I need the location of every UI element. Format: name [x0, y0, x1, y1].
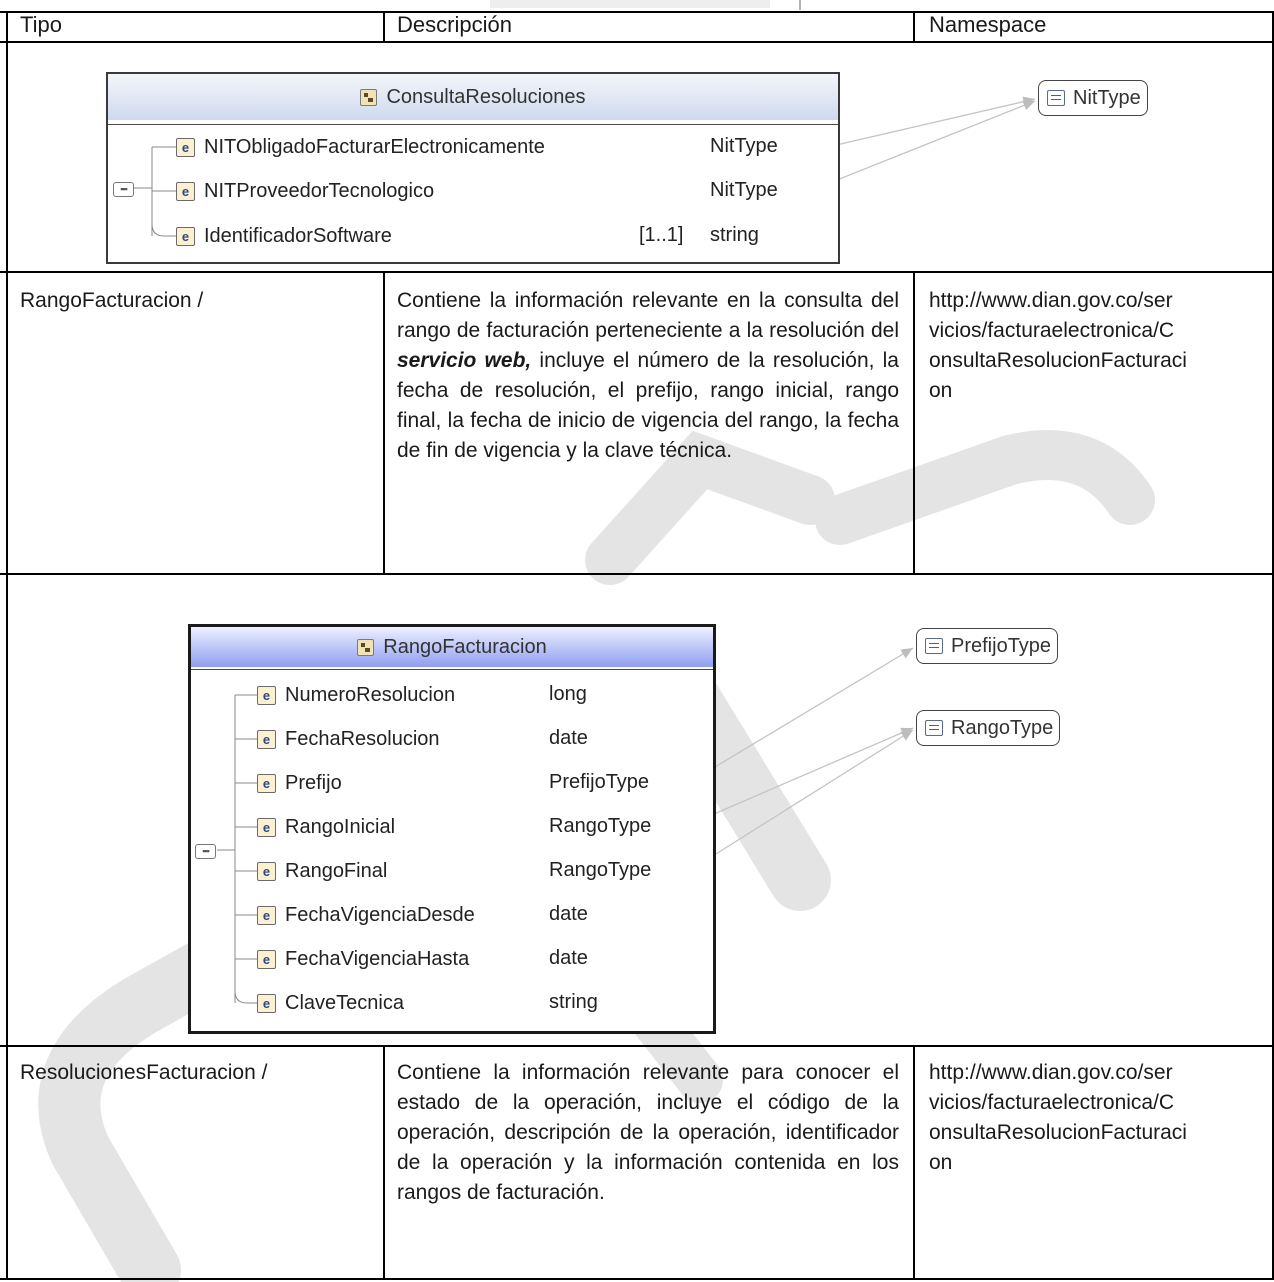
- element-type: PrefijoType: [549, 771, 650, 793]
- sequence-icon: ▪▪▪: [113, 182, 134, 197]
- row1-descripcion-text: Contiene la información relevante en la …: [397, 289, 899, 342]
- element-name: RangoFinal: [285, 859, 388, 882]
- element-row: e RangoFinal: [257, 857, 387, 885]
- element-type: NitType: [710, 179, 778, 201]
- sequence-icon: ▪▪▪: [195, 844, 216, 859]
- element-row: e NITProveedorTecnologico: [176, 177, 434, 205]
- simple-type-icon: [925, 720, 943, 736]
- namespace-line: http://www.dian.gov.co/ser: [929, 1061, 1173, 1084]
- element-row: e FechaVigenciaHasta: [257, 945, 469, 973]
- element-name: ClaveTecnica: [285, 991, 404, 1014]
- element-type: RangoType: [549, 815, 652, 837]
- simple-type-icon: [1047, 90, 1065, 106]
- element-icon: e: [257, 685, 276, 705]
- row1-descripcion-emphasis: servicio web,: [397, 349, 532, 372]
- element-icon: e: [257, 773, 276, 793]
- element-name: RangoInicial: [285, 815, 396, 838]
- element-icon: e: [257, 993, 276, 1013]
- element-name: NITObligadoFacturarElectronicamente: [204, 135, 545, 158]
- rangotype-box: RangoType: [916, 710, 1061, 746]
- element-icon: e: [257, 729, 276, 749]
- row1-tipo: RangoFacturacion /: [20, 289, 204, 312]
- element-icon: e: [176, 137, 195, 157]
- namespace-line: on: [929, 1151, 953, 1174]
- namespace-line: vicios/facturaelectronica/C: [929, 1091, 1175, 1114]
- element-row: e Prefijo: [257, 769, 342, 797]
- element-type: long: [549, 683, 587, 705]
- element-name: NumeroResolucion: [285, 683, 456, 706]
- element-row: e ClaveTecnica: [257, 989, 404, 1017]
- row1-descripcion: Contiene la información relevante en la …: [397, 286, 899, 466]
- type-name: PrefijoType: [951, 634, 1052, 657]
- namespace-line: vicios/facturaelectronica/C: [929, 319, 1175, 342]
- element-type: NitType: [710, 135, 778, 157]
- element-type: date: [549, 727, 588, 749]
- element-row: e NumeroResolucion: [257, 681, 455, 709]
- type-name: NitType: [1073, 86, 1141, 109]
- element-name: IdentificadorSoftware: [204, 224, 392, 247]
- element-row: e RangoInicial: [257, 813, 395, 841]
- namespace-line: onsultaResolucionFacturaci: [929, 349, 1187, 372]
- element-icon: e: [257, 949, 276, 969]
- element-row: e NITObligadoFacturarElectronicamente: [176, 133, 545, 161]
- row2-namespace: http://www.dian.gov.co/ser vicios/factur…: [929, 1058, 1269, 1178]
- element-type: date: [549, 947, 588, 969]
- row2-descripcion: Contiene la información relevante para c…: [397, 1061, 899, 1204]
- element-type: date: [549, 903, 588, 925]
- element-row: e FechaResolucion: [257, 725, 440, 753]
- namespace-line: http://www.dian.gov.co/ser: [929, 289, 1173, 312]
- nittype-box: NitType: [1038, 80, 1148, 116]
- element-icon: e: [257, 817, 276, 837]
- rango-facturacion-diagram: RangoFacturacion ▪▪▪ e NumeroResolucion …: [188, 624, 716, 1034]
- row1-namespace: http://www.dian.gov.co/ser vicios/factur…: [929, 286, 1269, 406]
- element-row: e IdentificadorSoftware: [176, 222, 392, 250]
- element-icon: e: [176, 226, 195, 246]
- prefijotype-box: PrefijoType: [916, 628, 1059, 664]
- element-cardinality: [1..1]: [639, 224, 684, 246]
- consulta-resoluciones-diagram: ConsultaResoluciones ▪▪▪ e NITObligadoFa…: [106, 72, 840, 264]
- element-name: FechaResolucion: [285, 727, 440, 750]
- simple-type-icon: [925, 638, 943, 654]
- element-name: FechaVigenciaDesde: [285, 903, 475, 926]
- namespace-line: onsultaResolucionFacturaci: [929, 1121, 1187, 1144]
- element-row: e FechaVigenciaDesde: [257, 901, 475, 929]
- row2-tipo: ResolucionesFacturacion /: [20, 1061, 268, 1084]
- type-name: RangoType: [951, 716, 1054, 739]
- element-name: Prefijo: [285, 771, 342, 794]
- element-icon: e: [257, 861, 276, 881]
- element-icon: e: [257, 905, 276, 925]
- element-type: string: [549, 991, 598, 1013]
- element-type: RangoType: [549, 859, 652, 881]
- namespace-line: on: [929, 379, 953, 402]
- element-icon: e: [176, 181, 195, 201]
- element-name: FechaVigenciaHasta: [285, 947, 470, 970]
- element-name: NITProveedorTecnologico: [204, 179, 435, 202]
- element-type: string: [710, 224, 759, 246]
